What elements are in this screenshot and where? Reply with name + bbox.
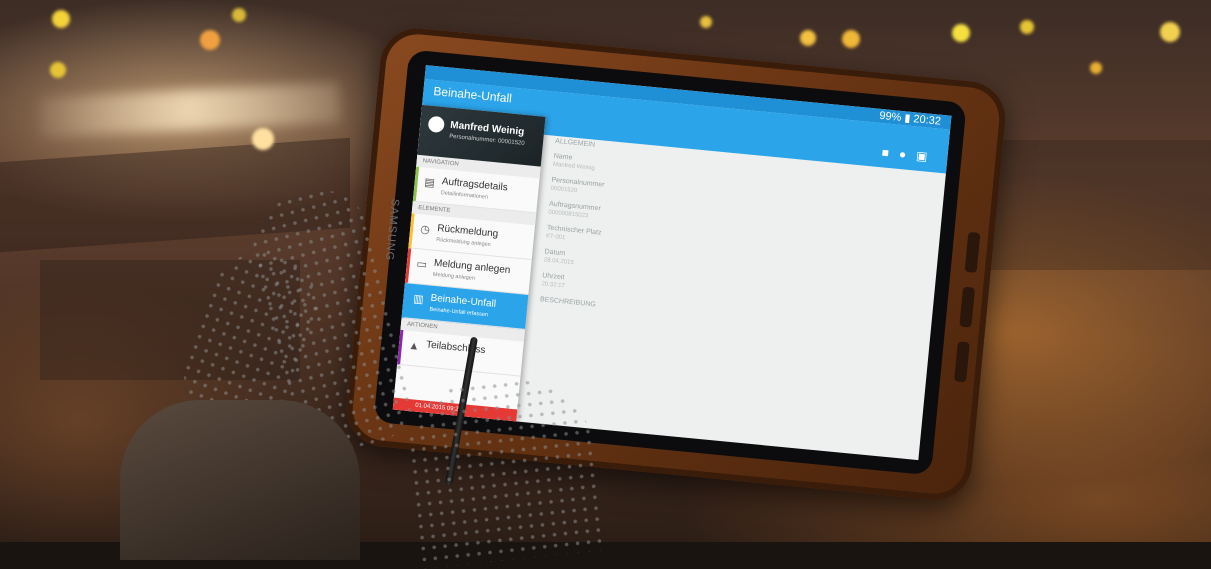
brand-logo: SAMSUNG bbox=[382, 198, 401, 262]
bokeh-light bbox=[252, 128, 274, 150]
nav-item-subtitle: Detailinformationen bbox=[440, 190, 489, 201]
nav-item-subtitle: Rückmeldung anlegen bbox=[435, 236, 491, 249]
gallery-icon[interactable]: ▣ bbox=[915, 149, 938, 165]
toolbar-actions: ■●▣ bbox=[881, 145, 938, 164]
bokeh-light bbox=[52, 10, 70, 28]
battery-icon: ▮ bbox=[903, 112, 911, 125]
sleeve bbox=[120, 400, 360, 560]
nav-item-subtitle: Meldung anlegen bbox=[432, 271, 476, 282]
bokeh-light bbox=[700, 16, 712, 28]
chart-icon: ▥ bbox=[412, 293, 425, 306]
bokeh-light bbox=[1020, 20, 1034, 34]
bokeh-light bbox=[200, 30, 220, 50]
save-icon[interactable]: ■ bbox=[881, 145, 900, 161]
bokeh-light bbox=[50, 62, 66, 78]
form-content: ALLGEMEIN Name Manfred Weinig Personalnum… bbox=[522, 135, 938, 459]
bokeh-light bbox=[1160, 22, 1180, 42]
bokeh-light bbox=[232, 8, 246, 22]
structure-right bbox=[980, 140, 1211, 270]
alarm-icon: ◷ bbox=[419, 223, 431, 237]
bokeh-light bbox=[952, 24, 970, 42]
app-title: Beinahe-Unfall bbox=[432, 83, 513, 106]
message-icon: ▭ bbox=[416, 258, 428, 272]
bokeh-light bbox=[800, 30, 816, 46]
avatar-icon bbox=[427, 115, 446, 134]
document-icon: ▤ bbox=[423, 176, 436, 190]
volume-key[interactable] bbox=[964, 231, 981, 273]
battery-level: 99% bbox=[878, 109, 902, 124]
home-key[interactable] bbox=[959, 286, 976, 328]
camera-icon[interactable]: ● bbox=[898, 147, 917, 163]
back-key[interactable] bbox=[954, 341, 970, 383]
bokeh-light bbox=[1090, 62, 1102, 74]
bokeh-light bbox=[842, 30, 860, 48]
upload-icon: ▲ bbox=[407, 339, 420, 353]
